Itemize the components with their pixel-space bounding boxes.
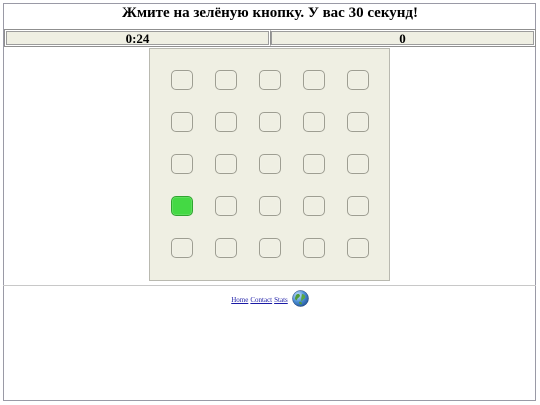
grid-button-r1-c4[interactable] <box>303 70 325 90</box>
grid-button-r2-c3[interactable] <box>259 112 281 132</box>
home-link[interactable]: Home <box>231 296 248 305</box>
grid-button-r3-c1[interactable] <box>171 154 193 174</box>
grid-button-r4-c5[interactable] <box>347 196 369 216</box>
grid-button-r4-c3[interactable] <box>259 196 281 216</box>
grid-button-r2-c4[interactable] <box>303 112 325 132</box>
grid-button-r3-c3[interactable] <box>259 154 281 174</box>
grid-button-r2-c5[interactable] <box>347 112 369 132</box>
page-title: Жмите на зелёную кнопку. У вас 30 секунд… <box>121 5 418 21</box>
contact-link[interactable]: Contact <box>250 296 272 305</box>
green-target-button[interactable] <box>171 196 193 216</box>
grid-button-r5-c2[interactable] <box>215 238 237 258</box>
grid-button-r1-c3[interactable] <box>259 70 281 90</box>
grid-button-r3-c5[interactable] <box>347 154 369 174</box>
divider <box>3 285 536 286</box>
grid-button-r4-c2[interactable] <box>215 196 237 216</box>
game-board <box>149 48 390 281</box>
grid-button-r2-c1[interactable] <box>171 112 193 132</box>
grid-button-r5-c1[interactable] <box>171 238 193 258</box>
grid-button-r2-c2[interactable] <box>215 112 237 132</box>
grid-button-r5-c4[interactable] <box>303 238 325 258</box>
grid-button-r1-c2[interactable] <box>215 70 237 90</box>
grid-button-r4-c4[interactable] <box>303 196 325 216</box>
grid-button-r1-c5[interactable] <box>347 70 369 90</box>
status-bar: 0:24 0 <box>4 29 536 47</box>
stats-link[interactable]: Stats <box>274 296 288 305</box>
grid-button-r5-c3[interactable] <box>259 238 281 258</box>
grid-button-r1-c1[interactable] <box>171 70 193 90</box>
score-display: 0 <box>270 30 535 46</box>
grid-button-r5-c5[interactable] <box>347 238 369 258</box>
footer-nav: Home Contact Stats <box>0 290 540 307</box>
timer-display: 0:24 <box>5 30 270 46</box>
grid-button-r3-c4[interactable] <box>303 154 325 174</box>
globe-icon[interactable] <box>292 290 309 307</box>
grid-button-r3-c2[interactable] <box>215 154 237 174</box>
